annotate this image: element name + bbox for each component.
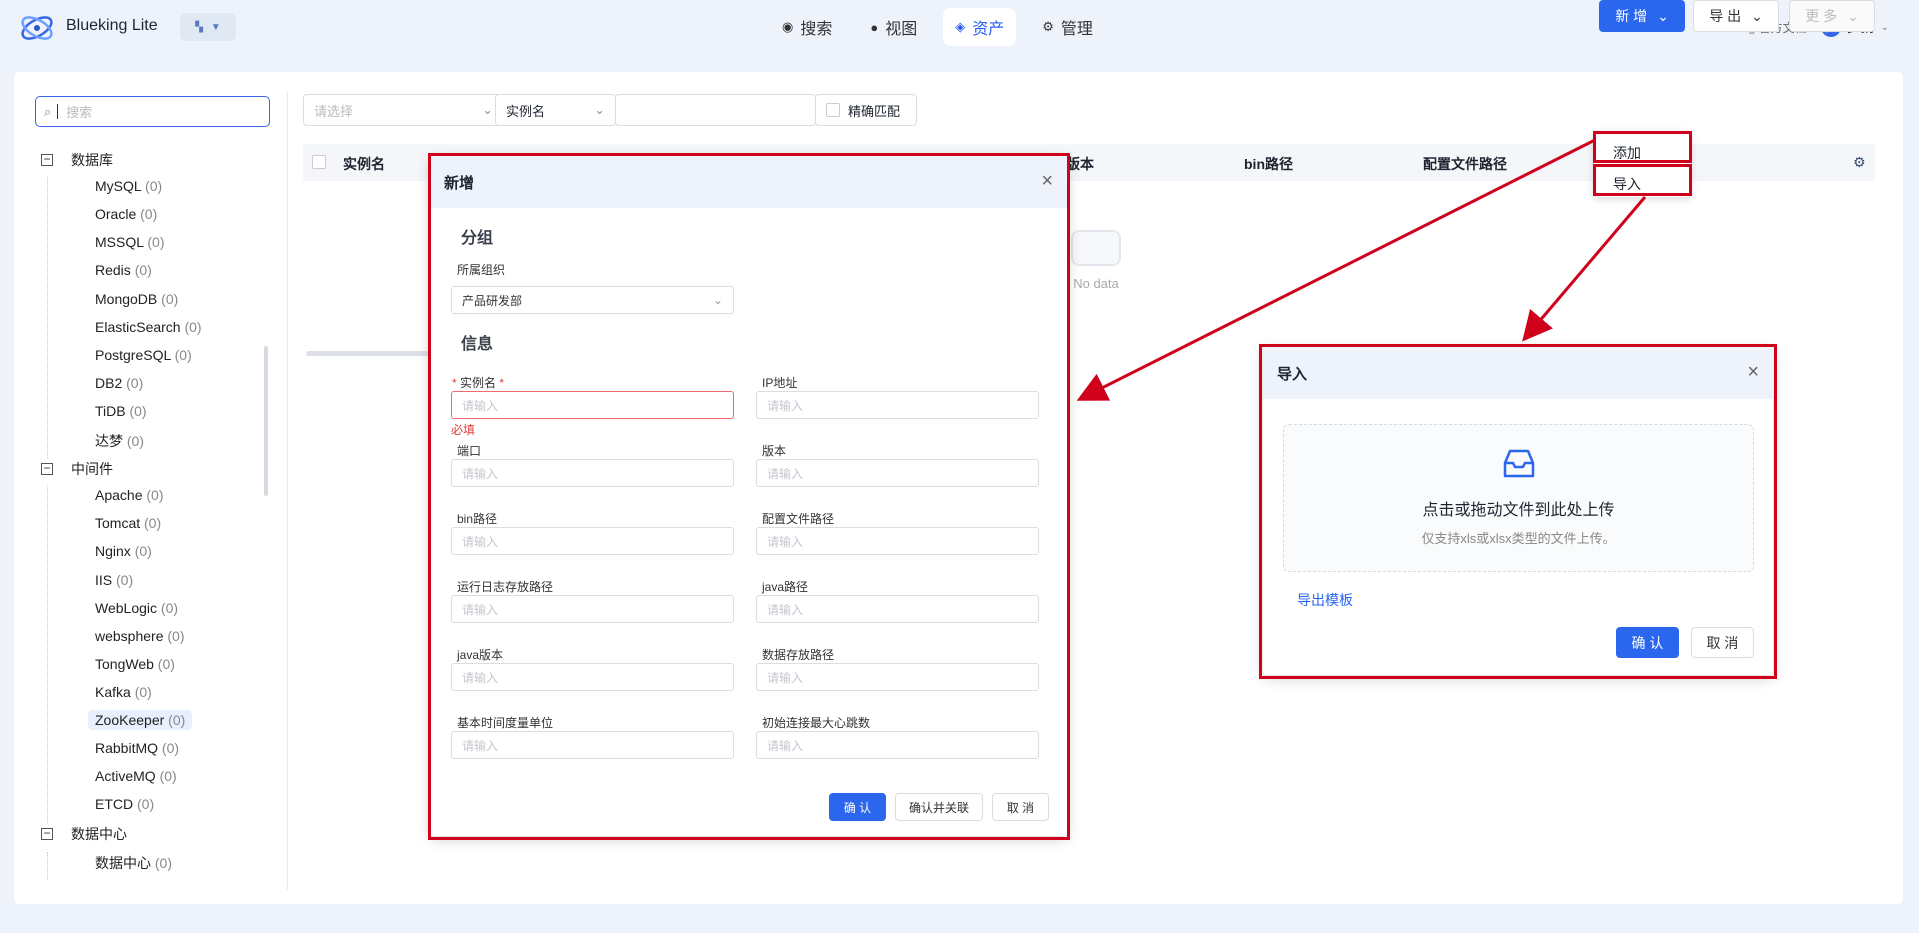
annotation-arrows <box>1076 138 1647 401</box>
arrow-to-import-dialog <box>1522 196 1647 342</box>
arrow-to-add-dialog <box>1076 138 1596 401</box>
